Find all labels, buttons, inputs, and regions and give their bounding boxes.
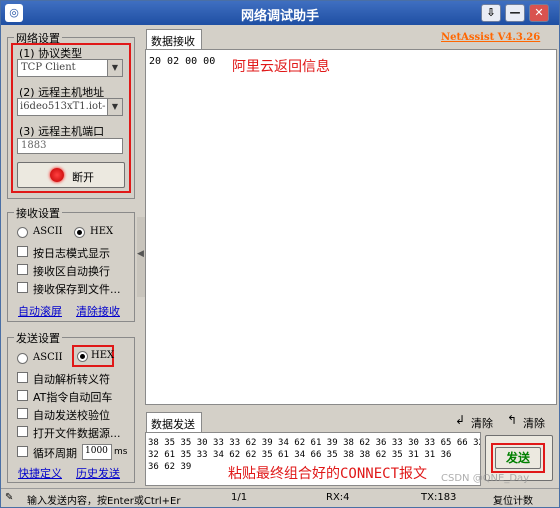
send-hex-radio[interactable]	[77, 351, 88, 362]
host-value: i6deo513xT1.iot-	[20, 101, 106, 112]
app-window: ◎ 网络调试助手 ⇩ — ✕ 网络设置 (1) 协议类型 TCP Client …	[0, 0, 560, 508]
send-annotation: 粘贴最终组合好的CONNECT报文	[228, 466, 428, 482]
status-icon: ✎	[5, 492, 14, 503]
clear-receive-link[interactable]: 清除接收	[76, 303, 120, 319]
send-button[interactable]: 发送	[495, 447, 541, 469]
tab-data-receive[interactable]: 数据接收	[146, 29, 202, 50]
auto-wrap-label: 接收区自动换行	[33, 265, 110, 278]
page-indicator: 1/1	[231, 492, 248, 503]
pin-icon[interactable]: ⇩	[481, 4, 501, 22]
save-to-file-checkbox[interactable]	[17, 282, 28, 293]
connection-indicator-icon	[50, 168, 64, 182]
chevron-down-icon: ▼	[107, 60, 122, 76]
shortcuts-link[interactable]: 快捷定义	[18, 465, 62, 481]
tx-counter: TX:183	[421, 492, 457, 503]
close-button[interactable]: ✕	[529, 4, 549, 22]
minimize-button[interactable]: —	[505, 4, 525, 22]
parse-escape-checkbox[interactable]	[17, 372, 28, 383]
file-source-checkbox[interactable]	[17, 426, 28, 437]
rx-counter: RX:4	[326, 492, 350, 503]
save-to-file-label: 接收保存到文件...	[33, 283, 121, 296]
receive-hex-label: HEX	[90, 226, 114, 237]
host-select[interactable]: i6deo513xT1.iot- ▼	[17, 98, 123, 116]
file-source-label: 打开文件数据源...	[33, 427, 121, 440]
version-label: NetAssist V4.3.26	[441, 32, 541, 43]
loop-period-input[interactable]: 1000	[82, 444, 112, 460]
send-textarea[interactable]: 38 35 35 30 33 33 62 39 34 62 61 39 38 6…	[145, 432, 481, 486]
receive-annotation: 阿里云返回信息	[232, 59, 330, 75]
protocol-select[interactable]: TCP Client ▼	[17, 59, 123, 77]
checksum-checkbox[interactable]	[17, 408, 28, 419]
status-hint: 输入发送内容，按Enter或Ctrl+Er	[27, 496, 181, 507]
window-title: 网络调试助手	[240, 9, 319, 24]
protocol-value: TCP Client	[21, 62, 76, 73]
loop-checkbox[interactable]	[17, 446, 28, 457]
at-return-checkbox[interactable]	[17, 390, 28, 401]
send-settings-title: 发送设置	[14, 330, 62, 346]
chevron-left-icon: ◀	[137, 249, 144, 259]
receive-ascii-label: ASCII	[33, 226, 63, 237]
send-ascii-radio[interactable]	[17, 353, 28, 364]
receive-ascii-radio[interactable]	[17, 227, 28, 238]
receive-textarea[interactable]: 20 02 00 00 阿里云返回信息	[145, 49, 557, 405]
log-mode-checkbox[interactable]	[17, 246, 28, 257]
at-return-label: AT指令自动回车	[33, 391, 113, 404]
loop-label: 循环周期	[33, 447, 77, 460]
status-bar: ✎ 输入发送内容，按Enter或Ctrl+Er 1/1 RX:4 TX:183 …	[1, 488, 559, 507]
disconnect-label: 断开	[72, 171, 94, 184]
receive-content: 20 02 00 00	[149, 56, 216, 67]
receive-settings-title: 接收设置	[14, 205, 62, 221]
log-mode-label: 按日志模式显示	[33, 247, 110, 260]
checksum-label: 自动发送校验位	[33, 409, 110, 422]
title-bar: ◎ 网络调试助手 ⇩ — ✕	[1, 1, 559, 25]
panel-splitter[interactable]: ◀	[137, 217, 145, 297]
receive-hex-radio[interactable]	[74, 227, 85, 238]
auto-wrap-checkbox[interactable]	[17, 264, 28, 275]
clear-all-button[interactable]: 清除	[523, 415, 545, 431]
clear-all-icon: ↰	[507, 413, 518, 427]
send-line: 32 61 35 33 34 62 62 35 61 34 66 35 38 3…	[148, 450, 452, 460]
port-input[interactable]: 1883	[17, 138, 123, 154]
parse-escape-label: 自动解析转义符	[33, 373, 110, 386]
port-label: (3) 远程主机端口	[19, 125, 105, 138]
send-line: 38 35 35 30 33 33 62 39 34 62 61 39 38 6…	[148, 438, 481, 448]
send-ascii-label: ASCII	[33, 352, 63, 363]
history-link[interactable]: 历史发送	[76, 465, 120, 481]
chevron-down-icon: ▼	[107, 99, 122, 115]
clear-send-icon: ↲	[455, 413, 466, 427]
tab-data-send[interactable]: 数据发送	[146, 412, 202, 432]
loop-unit: ms	[114, 447, 128, 457]
disconnect-button[interactable]: 断开	[17, 162, 125, 188]
clear-send-button[interactable]: 清除	[471, 415, 493, 431]
send-hex-label: HEX	[91, 350, 115, 361]
reset-count-button[interactable]: 复位计数	[493, 492, 533, 507]
watermark: CSDN @QNE_Day	[441, 473, 530, 484]
auto-scroll-link[interactable]: 自动滚屏	[18, 303, 62, 319]
